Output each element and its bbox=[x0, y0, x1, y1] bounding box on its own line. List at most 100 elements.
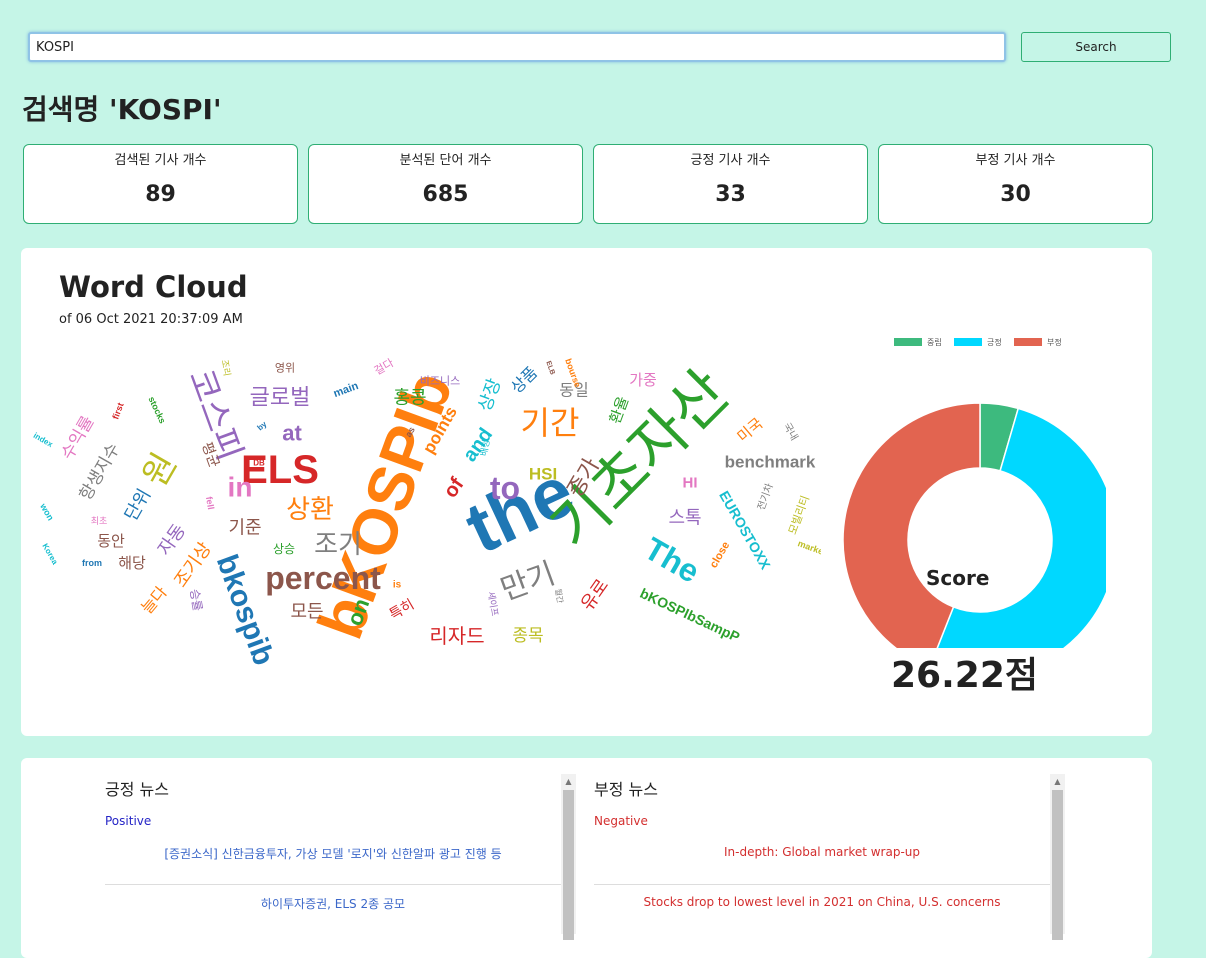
word-cloud-word: HSI bbox=[529, 465, 557, 484]
word-cloud-word: to bbox=[490, 470, 520, 506]
word-cloud-word: 종목 bbox=[512, 626, 543, 646]
word-cloud-word: ELS bbox=[241, 448, 319, 492]
word-cloud-word: 기준 bbox=[228, 518, 261, 539]
word-cloud-word: main bbox=[332, 380, 360, 400]
word-cloud-word: DB bbox=[253, 459, 265, 468]
word-cloud-word: from bbox=[82, 558, 102, 568]
word-cloud-word: 동안 bbox=[97, 532, 125, 550]
word-cloud-word: 항생지수 bbox=[76, 440, 125, 504]
search-input[interactable] bbox=[28, 32, 1006, 62]
word-cloud-word: 기간 bbox=[521, 404, 580, 442]
word-cloud-word: 조기 bbox=[314, 530, 362, 560]
word-cloud-word: first bbox=[110, 401, 125, 420]
stat-card-positive-articles: 긍정 기사 개수 33 bbox=[593, 144, 868, 224]
search-button[interactable]: Search bbox=[1021, 32, 1171, 62]
word-cloud-word: percent bbox=[265, 560, 381, 596]
word-cloud-word: 최초 bbox=[91, 516, 108, 527]
stat-card-negative-articles: 부정 기사 개수 30 bbox=[878, 144, 1153, 224]
word-cloud-word: 걸다 bbox=[372, 356, 396, 377]
word-cloud-word: ELB bbox=[544, 360, 555, 376]
word-cloud-panel: Word Cloud of 06 Oct 2021 20:37:09 AM bK… bbox=[21, 248, 1152, 736]
news-item[interactable]: Stocks drop to lowest level in 2021 on C… bbox=[594, 895, 1050, 909]
legend-label: 긍정 bbox=[987, 337, 1002, 347]
word-cloud-word: Korea bbox=[40, 542, 59, 567]
negative-news-column: 부정 뉴스 Negative In-depth: Global market w… bbox=[594, 758, 1050, 928]
stat-value: 685 bbox=[422, 182, 469, 207]
legend-swatch bbox=[894, 338, 922, 346]
word-cloud-word: 가중 bbox=[629, 371, 657, 389]
positive-news-scrollbar[interactable]: ▲ bbox=[561, 774, 576, 940]
word-cloud-word: 수익률 bbox=[58, 413, 99, 464]
word-cloud-word: 원 bbox=[135, 446, 185, 493]
news-divider bbox=[105, 884, 561, 885]
legend-swatch bbox=[1014, 338, 1042, 346]
sentiment-donut-chart: 중립 긍정 부정 bbox=[842, 337, 1106, 648]
word-cloud-word: 상환 bbox=[286, 495, 334, 525]
news-divider bbox=[594, 884, 1050, 885]
scroll-up-icon[interactable]: ▲ bbox=[561, 774, 576, 789]
word-cloud-word: 상승 bbox=[273, 542, 295, 556]
word-cloud-word: 세이프 bbox=[485, 591, 500, 617]
word-cloud-word: 모빌리티 bbox=[786, 494, 812, 536]
word-cloud-word: 홍콩 bbox=[393, 388, 426, 409]
word-cloud-word: 상장 bbox=[474, 376, 505, 414]
negative-news-scrollbar[interactable]: ▲ bbox=[1050, 774, 1065, 940]
scroll-thumb[interactable] bbox=[1052, 790, 1063, 940]
word-cloud-word: stocks bbox=[146, 395, 167, 425]
news-item[interactable]: 하이투자증권, ELS 2종 공모 bbox=[105, 895, 561, 912]
word-cloud-word: 영위 bbox=[275, 362, 295, 375]
word-cloud-word: bKOSPIbSampP bbox=[638, 585, 743, 645]
word-cloud-word: 해당 bbox=[118, 554, 146, 572]
word-cloud-word: in bbox=[228, 472, 253, 503]
word-cloud-word: 상품 bbox=[507, 363, 541, 397]
score-value: 26.22점 bbox=[891, 655, 1038, 696]
legend-label: 중립 bbox=[927, 338, 942, 347]
stat-card-searched-articles: 검색된 기사 개수 89 bbox=[23, 144, 298, 224]
word-cloud-word: 늘다 bbox=[137, 582, 171, 617]
word-cloud-word: 승률 bbox=[187, 588, 205, 612]
word-cloud-word: 특히 bbox=[387, 597, 417, 624]
word-cloud-word: fell bbox=[204, 496, 216, 511]
positive-news-column: 긍정 뉴스 Positive [증권소식] 신한금융투자, 가상 모델 '로지'… bbox=[105, 758, 561, 928]
stat-label: 긍정 기사 개수 bbox=[690, 153, 771, 168]
legend-label: 부정 bbox=[1047, 337, 1062, 347]
donut-center-label: Score bbox=[926, 566, 990, 590]
word-cloud-word: index bbox=[32, 431, 55, 450]
legend-swatch bbox=[954, 338, 982, 346]
word-cloud-word: 미국 bbox=[734, 414, 767, 446]
word-cloud-word: at bbox=[282, 421, 302, 446]
word-cloud-word: The bbox=[638, 530, 705, 590]
page-title: 검색명 'KOSPI' bbox=[22, 93, 222, 126]
word-cloud-word: 만기 bbox=[496, 556, 560, 608]
scroll-thumb[interactable] bbox=[563, 790, 574, 940]
word-cloud: bKOSPIbthe기초자산ELSpercentbkospib코스피원 in toT… bbox=[32, 356, 821, 669]
word-cloud-word: 유로 bbox=[577, 575, 613, 614]
word-cloud-word: 글로벌 bbox=[250, 386, 311, 411]
word-cloud-word: 월간 bbox=[553, 588, 566, 605]
word-cloud-word: won bbox=[38, 501, 56, 522]
word-cloud-word: 리자드 bbox=[429, 624, 484, 648]
word-cloud-word: 전기차 bbox=[755, 482, 776, 512]
word-cloud-word: 모든 bbox=[290, 602, 323, 623]
stat-label: 부정 기사 개수 bbox=[975, 153, 1056, 168]
word-cloud-word: 자동 bbox=[154, 520, 190, 559]
positive-news-heading: 긍정 뉴스 bbox=[105, 780, 169, 799]
news-item[interactable]: In-depth: Global market wrap-up bbox=[594, 845, 1050, 859]
news-panel: 긍정 뉴스 Positive [증권소식] 신한금융투자, 가상 모델 '로지'… bbox=[21, 758, 1152, 958]
negative-news-heading: 부정 뉴스 bbox=[594, 780, 658, 799]
word-cloud-word: is bbox=[393, 580, 402, 591]
word-cloud-word: 단위 bbox=[121, 485, 156, 524]
word-cloud-word: 비즈니스 bbox=[420, 375, 460, 388]
stat-card-analyzed-words: 분석된 단어 개수 685 bbox=[308, 144, 583, 224]
negative-news-label: Negative bbox=[594, 814, 648, 828]
word-cloud-word: by bbox=[256, 419, 269, 432]
word-cloud-word: HI bbox=[683, 475, 698, 492]
stat-label: 분석된 단어 개수 bbox=[399, 153, 492, 168]
scroll-up-icon[interactable]: ▲ bbox=[1050, 774, 1065, 789]
stat-value: 89 bbox=[145, 182, 176, 207]
news-item[interactable]: [증권소식] 신한금융투자, 가상 모델 '로지'와 신한알파 광고 진행 등 bbox=[105, 845, 561, 862]
stat-label: 검색된 기사 개수 bbox=[114, 153, 207, 168]
word-cloud-word: close bbox=[708, 540, 732, 570]
word-cloud-word: benchmark bbox=[725, 453, 816, 472]
stat-value: 30 bbox=[1000, 182, 1031, 207]
